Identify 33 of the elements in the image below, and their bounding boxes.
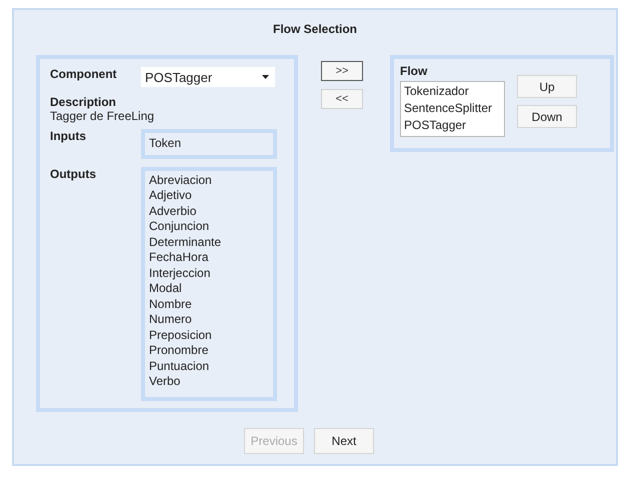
move-button[interactable]: >> xyxy=(321,61,363,81)
output-item: Preposicion xyxy=(149,328,213,343)
nav-button[interactable]: Next xyxy=(314,428,374,454)
flow-item[interactable]: POSTagger xyxy=(404,117,501,134)
output-item: Conjuncion xyxy=(149,219,210,234)
order-button[interactable]: Down xyxy=(517,105,577,128)
flow-item[interactable]: SentenceSplitter xyxy=(404,100,501,117)
caret-icon xyxy=(262,75,269,79)
output-item: Abreviacion xyxy=(149,172,213,188)
output-item: Adjetivo xyxy=(149,188,193,204)
order-button[interactable]: Up xyxy=(517,75,577,98)
flow-label: Flow xyxy=(400,64,428,78)
inputs-label: Inputs xyxy=(50,129,86,143)
output-item: Pronombre xyxy=(149,343,210,358)
input-item: Token xyxy=(149,136,182,152)
output-item: Interjeccion xyxy=(149,266,212,281)
component-label: Component xyxy=(50,67,117,81)
output-item: Determinante xyxy=(149,234,222,250)
flow-item[interactable]: Tokenizador xyxy=(404,83,501,100)
output-item: Modal xyxy=(149,281,183,296)
output-item: Puntuacion xyxy=(149,358,210,374)
output-item: Adverbio xyxy=(149,204,198,219)
output-item: Numero xyxy=(149,312,193,328)
component-dropdown[interactable]: POSTagger xyxy=(141,67,275,87)
dialog-title: Flow Selection xyxy=(272,22,357,36)
outputs-label: Outputs xyxy=(50,166,96,180)
output-item: FechaHora xyxy=(149,250,210,266)
move-button[interactable]: << xyxy=(321,89,363,109)
output-item: Verbo xyxy=(149,374,182,390)
description-label: Description xyxy=(50,95,116,109)
output-item: Nombre xyxy=(149,296,193,312)
description-text: Tagger de FreeLing xyxy=(50,109,156,123)
flow-list[interactable]: Tokenizador SentenceSplitter POSTagger xyxy=(400,81,505,137)
